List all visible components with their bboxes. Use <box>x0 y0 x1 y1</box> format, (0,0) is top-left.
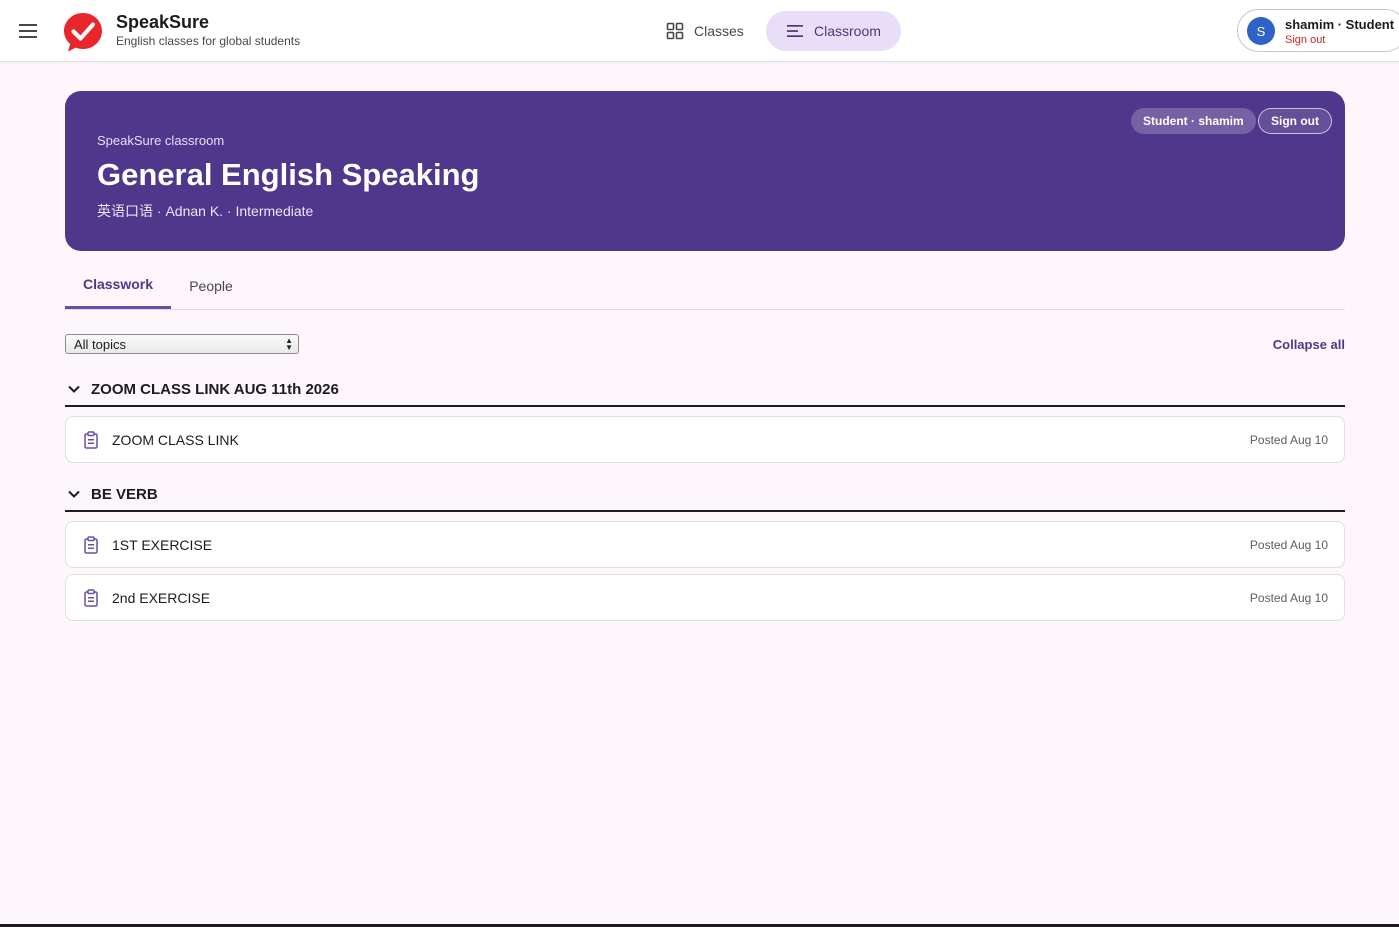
user-display-name: shamim · Student <box>1285 17 1395 32</box>
class-title: General English Speaking <box>97 157 480 192</box>
classwork-item-date: Posted Aug 10 <box>1249 591 1328 605</box>
select-arrows-icon: ▲ ▼ <box>285 336 293 352</box>
topic-title[interactable]: ZOOM CLASS LINK AUG 11th 2026 <box>91 381 339 398</box>
topic-filter-select[interactable]: All topics ▲ ▼ <box>65 334 299 354</box>
user-account-chip[interactable]: S shamim · Student Sign out <box>1237 9 1399 52</box>
clipboard-icon <box>84 589 98 607</box>
classwork-item[interactable]: 2nd EXERCISE Posted Aug 10 <box>65 574 1345 621</box>
chevron-down-icon[interactable] <box>67 382 81 396</box>
clipboard-icon <box>84 536 98 554</box>
class-tabs: Classwork People <box>65 262 1345 310</box>
classwork-item-title: 2nd EXERCISE <box>112 590 211 606</box>
hamburger-menu-icon <box>19 24 37 38</box>
classwork-item[interactable]: 1ST EXERCISE Posted Aug 10 <box>65 521 1345 568</box>
nav-classroom-button[interactable]: Classroom <box>766 11 901 51</box>
role-badge: Student · shamim <box>1131 108 1256 134</box>
brand-tagline: English classes for global students <box>116 34 301 48</box>
topic-header: BE VERB <box>65 478 1345 512</box>
speaksure-logo[interactable] <box>62 11 104 53</box>
header-sign-out-link[interactable]: Sign out <box>1285 34 1325 46</box>
list-icon <box>787 25 803 37</box>
classwork-item[interactable]: ZOOM CLASS LINK Posted Aug 10 <box>65 416 1345 463</box>
grid-icon <box>666 22 684 40</box>
nav-classes-label: Classes <box>694 23 744 39</box>
classwork-item-title: ZOOM CLASS LINK <box>112 432 239 448</box>
classwork-item-date: Posted Aug 10 <box>1249 538 1328 552</box>
topic-title[interactable]: BE VERB <box>91 486 158 503</box>
topic-filter-value: All topics <box>74 336 127 352</box>
avatar: S <box>1247 17 1275 45</box>
clipboard-icon <box>84 431 98 449</box>
topic-header: ZOOM CLASS LINK AUG 11th 2026 <box>65 373 1345 407</box>
classwork-item-date: Posted Aug 10 <box>1249 433 1328 447</box>
collapse-all-button[interactable]: Collapse all <box>1273 337 1345 352</box>
tab-classwork[interactable]: Classwork <box>65 262 171 309</box>
chevron-down-icon[interactable] <box>67 487 81 501</box>
tab-people[interactable]: People <box>171 262 251 309</box>
banner-sign-out-button[interactable]: Sign out <box>1258 108 1332 134</box>
classwork-item-title: 1ST EXERCISE <box>112 537 213 553</box>
nav-classroom-label: Classroom <box>814 23 881 39</box>
menu-button[interactable] <box>12 15 44 47</box>
class-banner: SpeakSure classroom General English Spea… <box>65 91 1345 251</box>
brand-name: SpeakSure <box>116 12 210 32</box>
class-subtitle: 英语口语 · Adnan K. · Intermediate <box>97 203 314 219</box>
top-app-bar: SpeakSure English classes for global stu… <box>0 0 1399 62</box>
banner-kicker: SpeakSure classroom <box>97 133 225 148</box>
nav-classes-button[interactable]: Classes <box>646 11 764 51</box>
